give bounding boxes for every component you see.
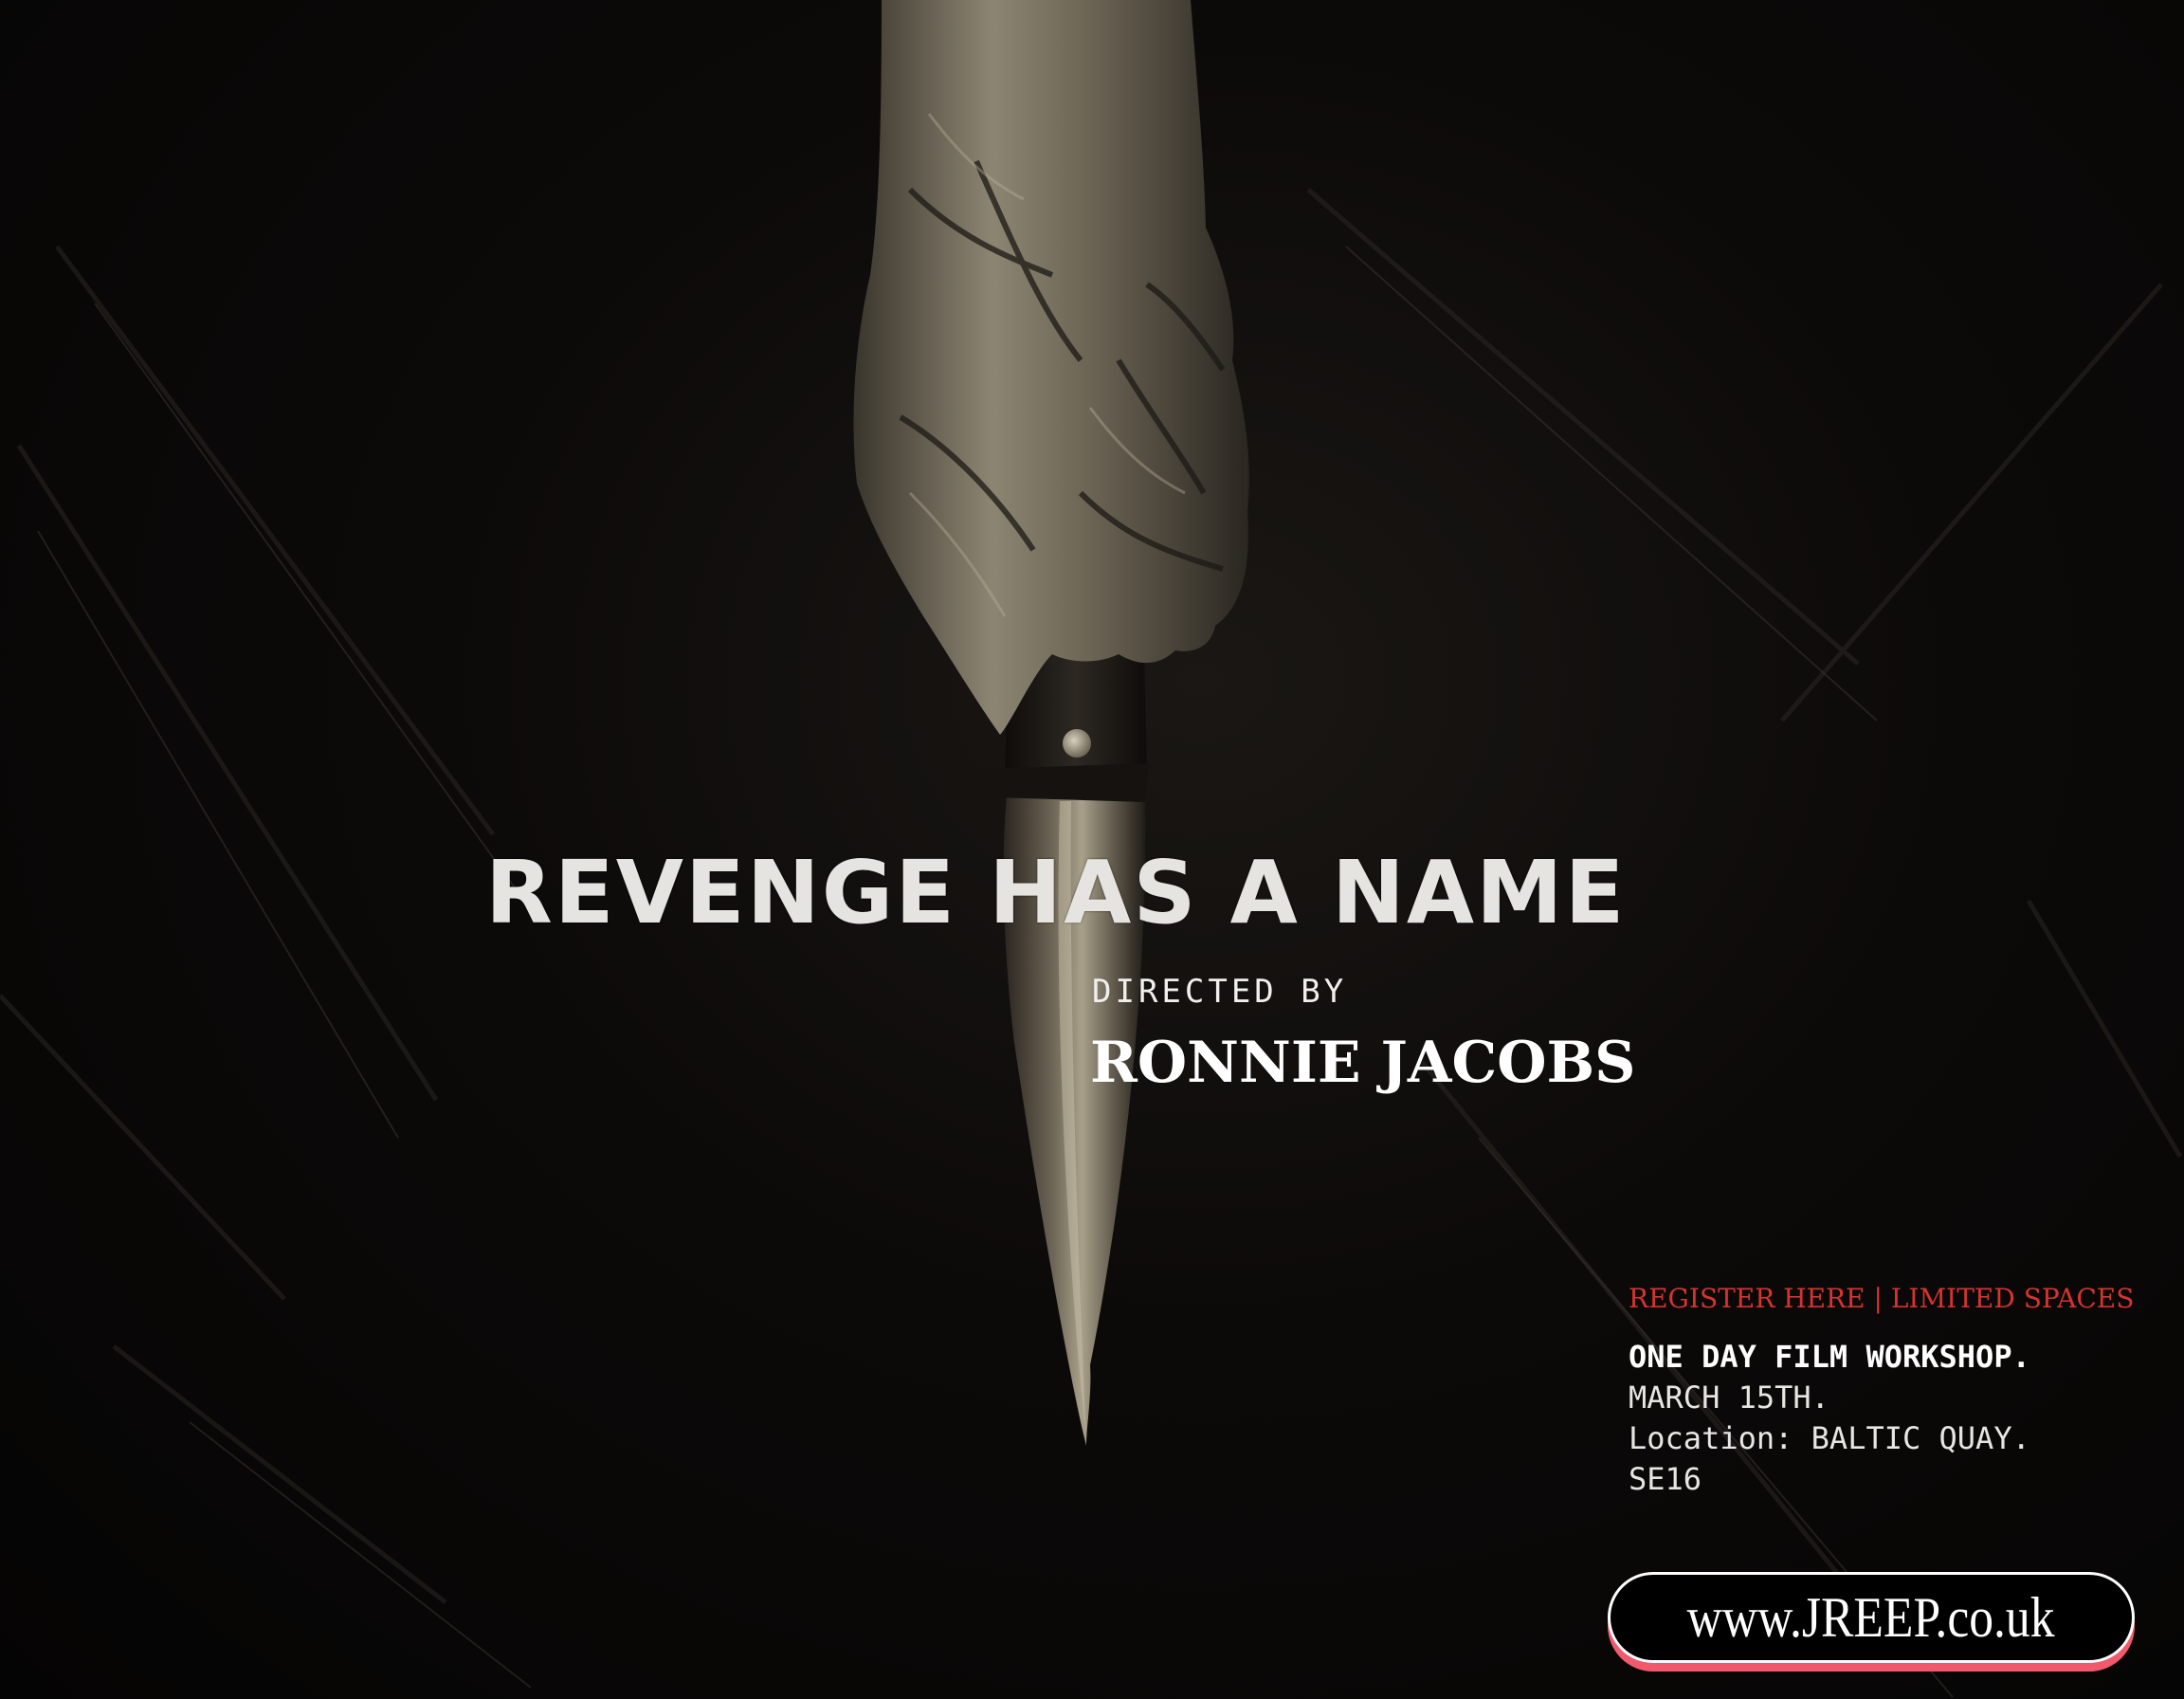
workshop-location: Location: BALTIC QUAY. — [1629, 1420, 2030, 1456]
film-title: REVENGE HAS A NAME — [485, 842, 1627, 943]
website-url: www.JREEP.co.uk — [1687, 1585, 2055, 1649]
website-link-button[interactable]: www.JREEP.co.uk — [1608, 1572, 2135, 1663]
workshop-postcode: SE16 — [1629, 1461, 1702, 1497]
director-name: RONNIE JACOBS — [1090, 1030, 1636, 1096]
workshop-details: ONE DAY FILM WORKSHOP. MARCH 15TH. Locat… — [1629, 1337, 2030, 1500]
workshop-headline: ONE DAY FILM WORKSHOP. — [1629, 1339, 2030, 1375]
workshop-date: MARCH 15TH. — [1629, 1379, 1829, 1416]
film-poster: REVENGE HAS A NAME DIRECTED BY RONNIE JA… — [0, 0, 2184, 1699]
directed-by-label: DIRECTED BY — [1092, 973, 1348, 1011]
register-link[interactable]: REGISTER HERE | LIMITED SPACES — [1629, 1283, 2134, 1314]
